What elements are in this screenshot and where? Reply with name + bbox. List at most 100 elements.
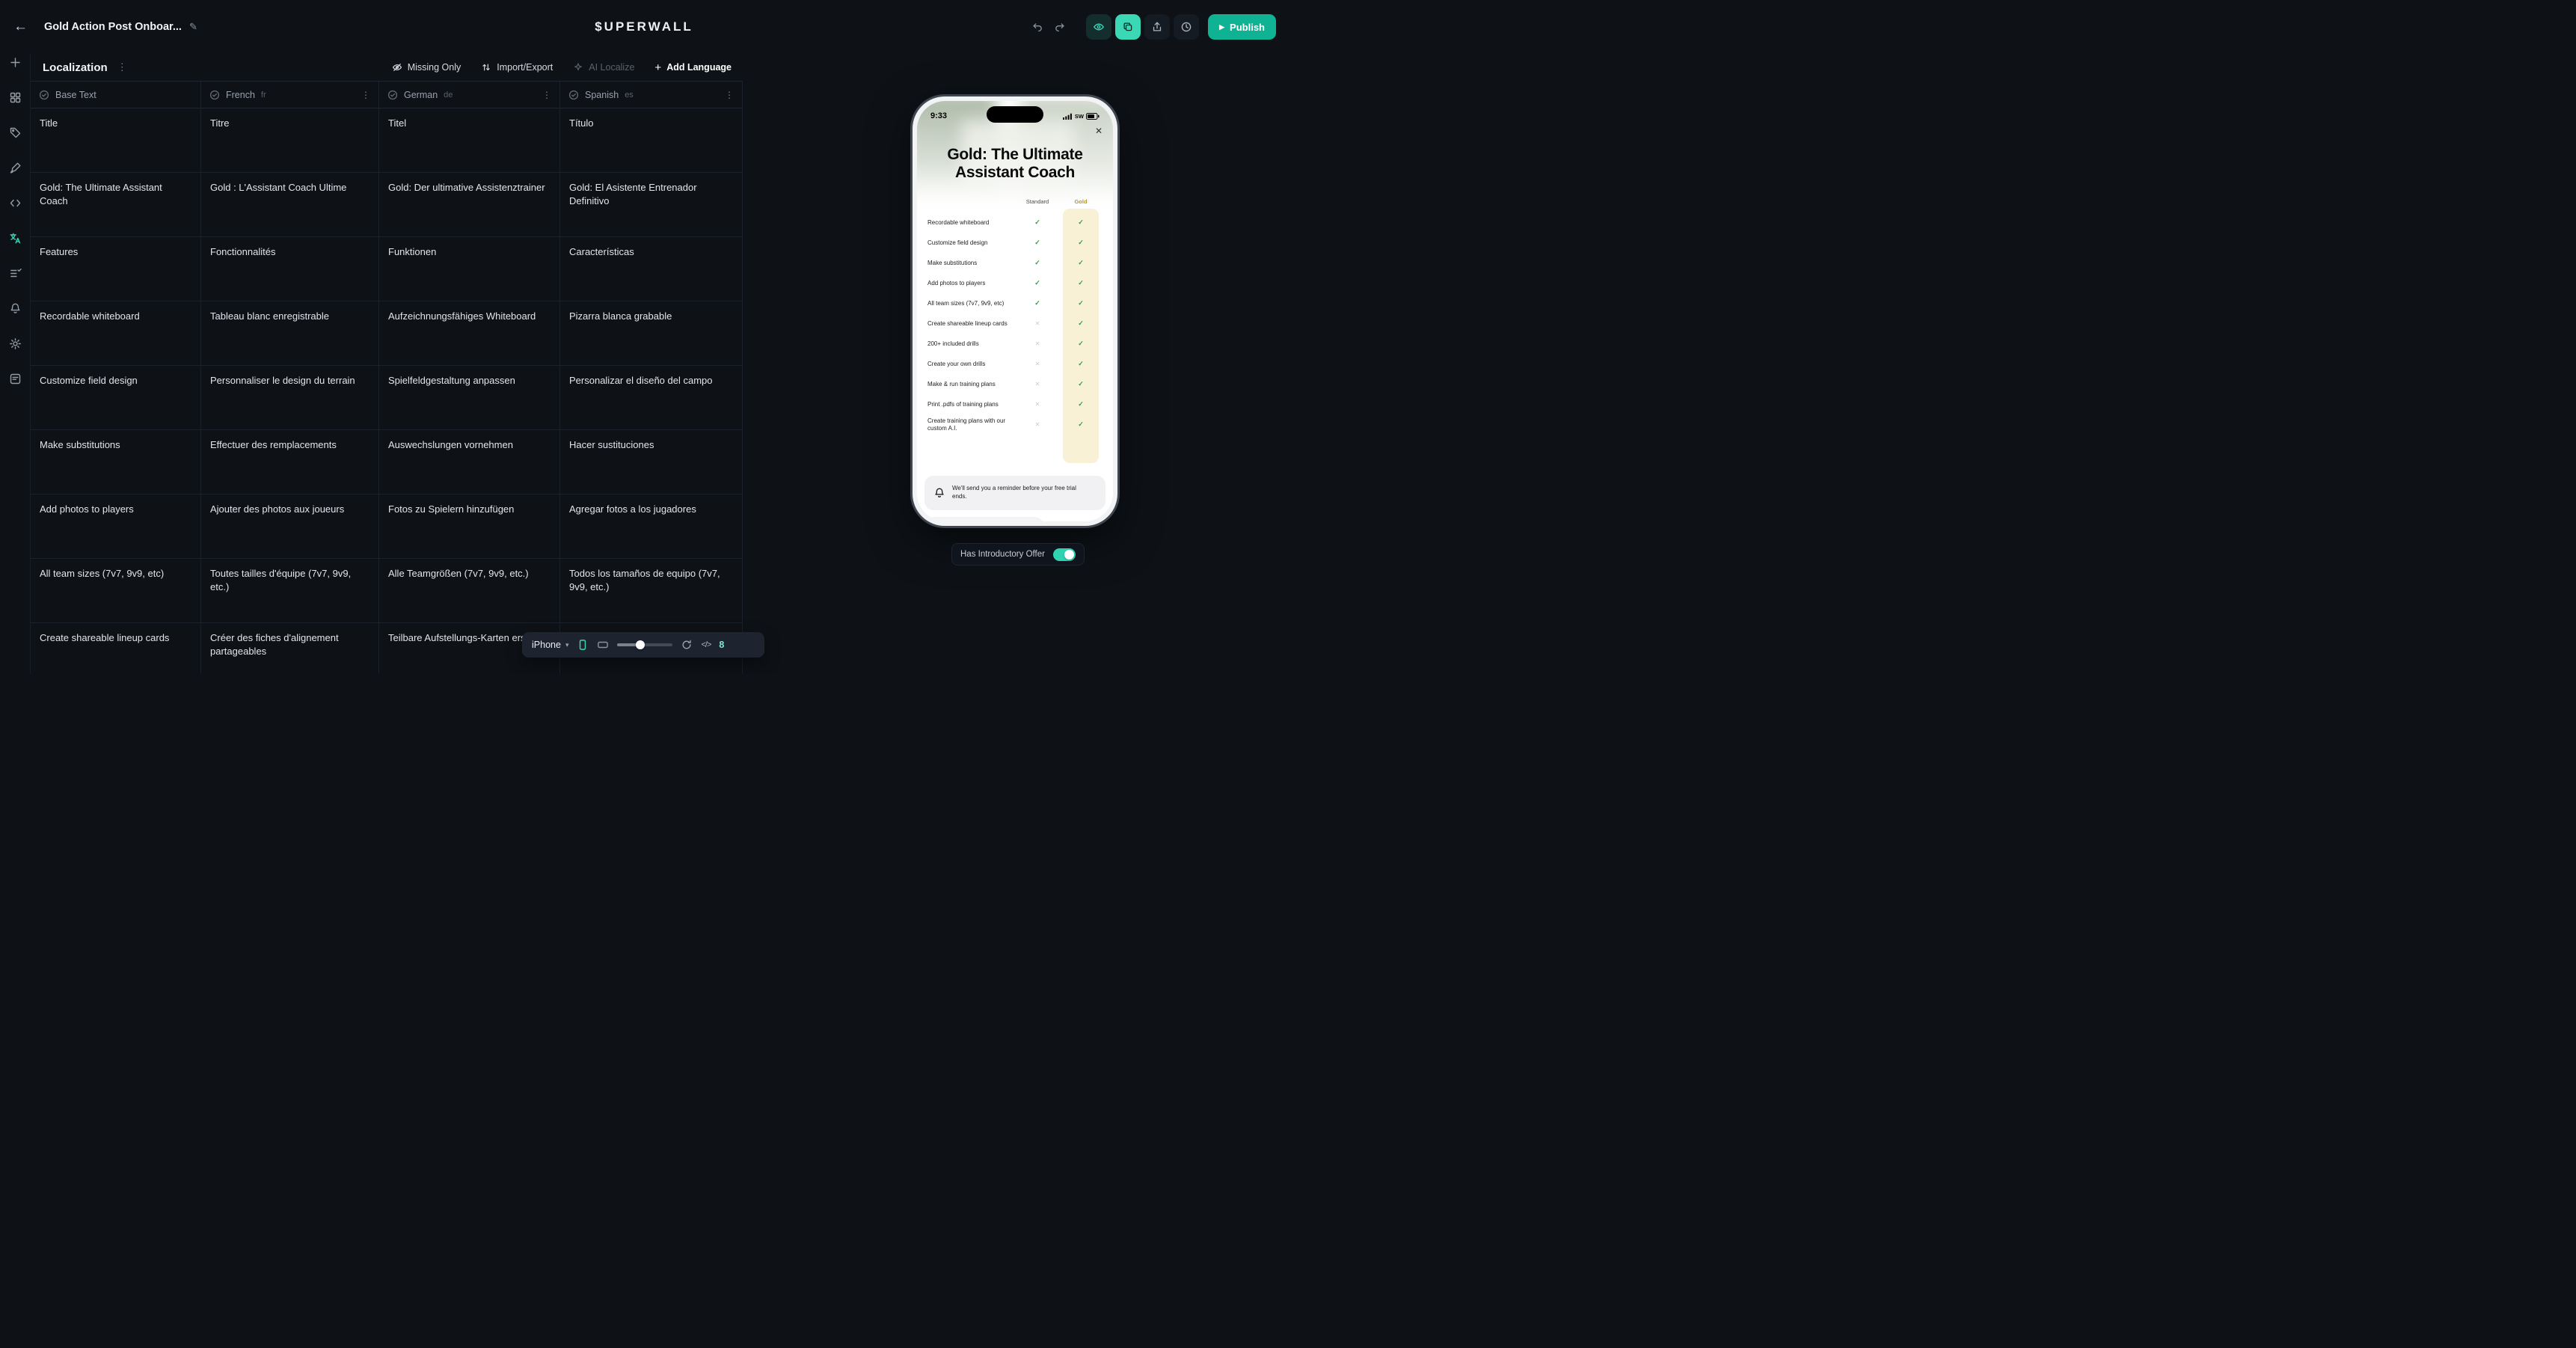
translation-cell-r8-c1[interactable]: All team sizes (7v7, 9v9, etc)	[31, 559, 201, 623]
translation-cell-r8-c4[interactable]: Todos los tamaños de equipo (7v7, 9v9, e…	[560, 559, 743, 623]
intro-offer-toggle[interactable]: Has Introductory Offer	[951, 543, 1085, 566]
translation-cell-r2-c4[interactable]: Gold: El Asistente Entrenador Definitivo	[560, 173, 743, 237]
translation-cell-r1-c4[interactable]: Título	[560, 108, 743, 173]
translation-cell-r9-c2[interactable]: Créer des fiches d'alignement partageabl…	[201, 623, 379, 674]
translation-cell-r7-c4[interactable]: Agregar fotos a los jugadores	[560, 494, 743, 559]
translation-cell-r6-c4[interactable]: Hacer sustituciones	[560, 430, 743, 494]
feature-name: Make & run training plans	[927, 381, 1016, 388]
add-language-button[interactable]: + Add Language	[654, 61, 732, 74]
import-export-icon	[481, 62, 491, 73]
dynamic-island	[987, 106, 1043, 123]
translation-cell-r4-c2[interactable]: Tableau blanc enregistrable	[201, 301, 379, 366]
column-header-german[interactable]: Germande⋮	[379, 82, 560, 108]
localization-controls: Missing Only Import/Export AI Localize +…	[392, 61, 732, 74]
feature-name: Add photos to players	[927, 280, 1016, 287]
translation-cell-r7-c2[interactable]: Ajouter des photos aux joueurs	[201, 494, 379, 559]
translation-cell-r3-c2[interactable]: Fonctionnalités	[201, 237, 379, 301]
column-header-french[interactable]: Frenchfr⋮	[201, 82, 379, 108]
check-icon: ✓	[1059, 400, 1103, 408]
history-button[interactable]	[1174, 14, 1199, 40]
translation-cell-r7-c1[interactable]: Add photos to players	[31, 494, 201, 559]
column-menu-icon[interactable]: ⋮	[725, 90, 734, 100]
refresh-icon[interactable]	[681, 639, 693, 651]
translation-cell-r4-c4[interactable]: Pizarra blanca grabable	[560, 301, 743, 366]
feature-row: Make & run training plans✕✓	[927, 374, 1103, 394]
translation-cell-r7-c3[interactable]: Fotos zu Spielern hinzufügen	[379, 494, 560, 559]
translation-cell-r6-c3[interactable]: Auswechslungen vornehmen	[379, 430, 560, 494]
sidebar-item-code[interactable]	[7, 196, 23, 209]
left-sidebar	[0, 54, 30, 385]
feature-table: Recordable whiteboard✓✓Customize field d…	[927, 212, 1103, 435]
translation-cell-r1-c1[interactable]: Title	[31, 108, 201, 173]
translation-cell-r6-c1[interactable]: Make substitutions	[31, 430, 201, 494]
share-button[interactable]	[1144, 14, 1170, 40]
carrier-label: SW	[1075, 113, 1084, 120]
publish-button[interactable]: ▶ Publish	[1208, 14, 1276, 40]
translation-cell-r2-c2[interactable]: Gold : L'Assistant Coach Ultime	[201, 173, 379, 237]
check-icon: ✓	[1016, 279, 1059, 287]
cta-button-partial[interactable]	[924, 517, 1044, 521]
back-icon[interactable]: ←	[13, 19, 28, 35]
import-export-button[interactable]: Import/Export	[481, 62, 553, 73]
check-icon: ✓	[1059, 279, 1103, 287]
check-icon: ✓	[1059, 380, 1103, 388]
localization-header: Localization ⋮ Missing Only Import/Expor…	[31, 54, 742, 81]
translation-cell-r2-c3[interactable]: Gold: Der ultimative Assistenztrainer	[379, 173, 560, 237]
translation-cell-r3-c3[interactable]: Funktionen	[379, 237, 560, 301]
edit-icon[interactable]: ✎	[189, 21, 197, 33]
sidebar-item-flow[interactable]	[7, 266, 23, 280]
close-icon[interactable]: ✕	[1095, 126, 1103, 136]
translation-cell-r1-c3[interactable]: Titel	[379, 108, 560, 173]
localization-panel: Localization ⋮ Missing Only Import/Expor…	[30, 54, 742, 674]
translation-cell-r4-c1[interactable]: Recordable whiteboard	[31, 301, 201, 366]
device-selector[interactable]: iPhone ▾	[532, 640, 568, 650]
feature-row: 200+ included drills✕✓	[927, 334, 1103, 354]
feature-row: Recordable whiteboard✓✓	[927, 212, 1103, 233]
document-title[interactable]: Gold Action Post Onboar...	[44, 21, 182, 33]
translation-cell-r6-c2[interactable]: Effectuer des remplacements	[201, 430, 379, 494]
translation-cell-r4-c3[interactable]: Aufzeichnungsfähiges Whiteboard	[379, 301, 560, 366]
translation-cell-r3-c4[interactable]: Características	[560, 237, 743, 301]
translation-cell-r8-c3[interactable]: Alle Teamgrößen (7v7, 9v9, etc.)	[379, 559, 560, 623]
translation-cell-r8-c2[interactable]: Toutes tailles d'équipe (7v7, 9v9, etc.)	[201, 559, 379, 623]
sidebar-item-localization[interactable]	[7, 231, 23, 245]
view-buttons	[1086, 14, 1199, 40]
eye-off-icon	[392, 62, 402, 73]
landscape-orientation-button[interactable]	[597, 639, 609, 651]
translation-cell-r1-c2[interactable]: Titre	[201, 108, 379, 173]
page-title: Localization	[43, 61, 108, 74]
missing-only-toggle[interactable]: Missing Only	[392, 62, 461, 73]
translation-cell-r5-c3[interactable]: Spielfeldgestaltung anpassen	[379, 366, 560, 430]
undo-icon[interactable]	[1026, 16, 1049, 38]
sidebar-item-dashboard[interactable]	[7, 91, 23, 104]
sidebar-item-add[interactable]	[7, 55, 23, 69]
translation-cell-r5-c2[interactable]: Personnaliser le design du terrain	[201, 366, 379, 430]
column-menu-icon[interactable]: ⋮	[542, 90, 551, 100]
column-header-spanish[interactable]: Spanishes⋮	[560, 82, 743, 108]
preview-eye-button[interactable]	[1086, 14, 1111, 40]
code-view-icon[interactable]: </>	[701, 640, 711, 649]
sidebar-item-design[interactable]	[7, 161, 23, 174]
signal-icon	[1063, 113, 1073, 120]
translation-cell-r5-c1[interactable]: Customize field design	[31, 366, 201, 430]
translation-cell-r5-c4[interactable]: Personalizar el diseño del campo	[560, 366, 743, 430]
column-menu-icon[interactable]: ⋮	[361, 90, 370, 100]
duplicate-button[interactable]	[1115, 14, 1141, 40]
translation-cell-r9-c1[interactable]: Create shareable lineup cards	[31, 623, 201, 674]
toggle-switch[interactable]	[1053, 548, 1076, 561]
zoom-slider[interactable]	[617, 643, 672, 646]
localization-menu-icon[interactable]: ⋮	[117, 61, 127, 73]
sparkle-icon	[573, 62, 583, 73]
status-time: 9:33	[930, 111, 947, 120]
sidebar-item-tags[interactable]	[7, 126, 23, 139]
sidebar-item-notifications[interactable]	[7, 301, 23, 315]
slider-knob[interactable]	[636, 640, 645, 649]
sidebar-item-forms[interactable]	[7, 372, 23, 385]
portrait-orientation-button[interactable]	[577, 639, 589, 651]
translation-cell-r3-c1[interactable]: Features	[31, 237, 201, 301]
sidebar-item-settings[interactable]	[7, 337, 23, 350]
translation-cell-r2-c1[interactable]: Gold: The Ultimate Assistant Coach	[31, 173, 201, 237]
ai-localize-button[interactable]: AI Localize	[573, 62, 634, 73]
column-header-base-text[interactable]: Base Text	[31, 82, 201, 108]
redo-icon[interactable]	[1049, 16, 1071, 38]
